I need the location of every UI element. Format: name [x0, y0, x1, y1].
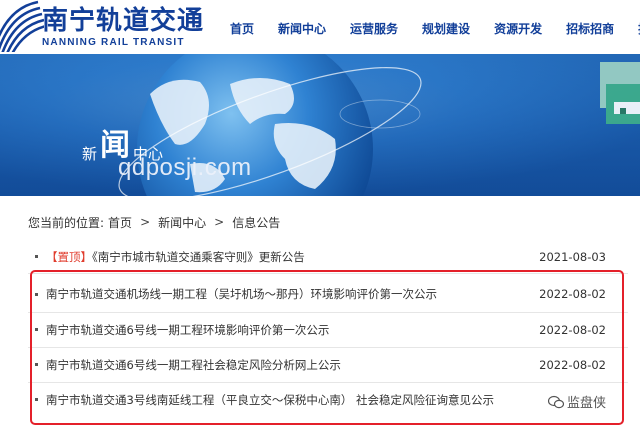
list-item-date: 2021-08-03 — [539, 250, 606, 264]
bullet-icon — [35, 293, 38, 296]
page: { "header": { "logo_cn": "南宁轨道交通", "logo… — [0, 0, 640, 434]
main-nav: 首页 新闻中心 运营服务 规划建设 资源开发 招标招商 招贤纳士 — [218, 0, 640, 54]
list-item-title[interactable]: 《南宁市城市轨道交通乘客守则》更新公告 — [92, 250, 305, 264]
nav-item-news[interactable]: 新闻中心 — [266, 0, 338, 54]
chat-icon — [548, 395, 564, 408]
bullet-icon — [35, 363, 38, 366]
logo-icon — [0, 0, 44, 52]
breadcrumb-current: 信息公告 — [232, 215, 281, 230]
list-item-title[interactable]: 南宁市轨道交通机场线一期工程（吴圩机场～那丹）环境影响评价第一次公示 — [46, 276, 437, 313]
list-item-date: 2022-08-02 — [539, 358, 606, 372]
banner-title-pre: 新 — [82, 145, 98, 163]
list-item[interactable]: 南宁市轨道交通机场线一期工程（吴圩机场～那丹）环境影响评价第一次公示 2022-… — [28, 276, 628, 313]
overlay-watermark-text: 监盘侠 — [567, 396, 607, 411]
nav-item-operations[interactable]: 运营服务 — [338, 0, 410, 54]
breadcrumb-prefix: 您当前的位置: — [28, 215, 105, 230]
list-item-date: 2022-08-02 — [539, 323, 606, 337]
breadcrumb-news[interactable]: 新闻中心 — [158, 214, 206, 231]
bullet-icon — [35, 328, 38, 331]
list-item[interactable]: 南宁市轨道交通6号线一期工程社会稳定风险分析网上公示 2022-08-02 — [28, 348, 628, 383]
list-item-title[interactable]: 南宁市轨道交通3号线南延线工程（平良立交～保税中心南） 社会稳定风险征询意见公示 — [46, 383, 494, 418]
list-item[interactable]: 南宁市轨道交通6号线一期工程环境影响评价第一次公示 2022-08-02 — [28, 313, 628, 348]
breadcrumb-separator: > — [140, 215, 151, 229]
nav-item-resources[interactable]: 资源开发 — [482, 0, 554, 54]
list-item[interactable]: 南宁市轨道交通3号线南延线工程（平良立交～保税中心南） 社会稳定风险征询意见公示 — [28, 383, 628, 418]
breadcrumb-home[interactable]: 首页 — [108, 214, 132, 231]
watermark-url: qdposji.com — [118, 154, 252, 181]
nav-item-home[interactable]: 首页 — [218, 0, 266, 54]
overlay-watermark: 监盘侠 — [548, 392, 606, 411]
site-header: 南宁轨道交通 NANNING RAIL TRANSIT 首页 新闻中心 运营服务… — [0, 0, 640, 54]
list-item-title[interactable]: 南宁市轨道交通6号线一期工程社会稳定风险分析网上公示 — [46, 348, 341, 383]
bullet-icon — [35, 255, 38, 258]
notice-list: 【置顶】《南宁市城市轨道交通乘客守则》更新公告 2021-08-03 南宁市轨道… — [28, 240, 628, 418]
logo-text-en: NANNING RAIL TRANSIT — [42, 37, 185, 48]
news-banner: 新 闻 中心 — [0, 54, 640, 196]
nav-item-tenders[interactable]: 招标招商 — [554, 0, 626, 54]
logo-text-cn[interactable]: 南宁轨道交通 — [42, 6, 204, 36]
breadcrumb: 您当前的位置: 首页 > 新闻中心 > 信息公告 — [28, 210, 640, 234]
list-item[interactable]: 【置顶】《南宁市城市轨道交通乘客守则》更新公告 2021-08-03 — [28, 240, 628, 274]
list-item-date: 2022-08-02 — [539, 287, 606, 301]
nav-item-planning[interactable]: 规划建设 — [410, 0, 482, 54]
bullet-icon — [35, 398, 38, 401]
breadcrumb-separator: > — [214, 215, 225, 229]
list-item-title[interactable]: 南宁市轨道交通6号线一期工程环境影响评价第一次公示 — [46, 313, 329, 348]
pinned-tag: 【置顶】 — [46, 250, 92, 264]
nav-item-careers[interactable]: 招贤纳士 — [626, 0, 640, 54]
